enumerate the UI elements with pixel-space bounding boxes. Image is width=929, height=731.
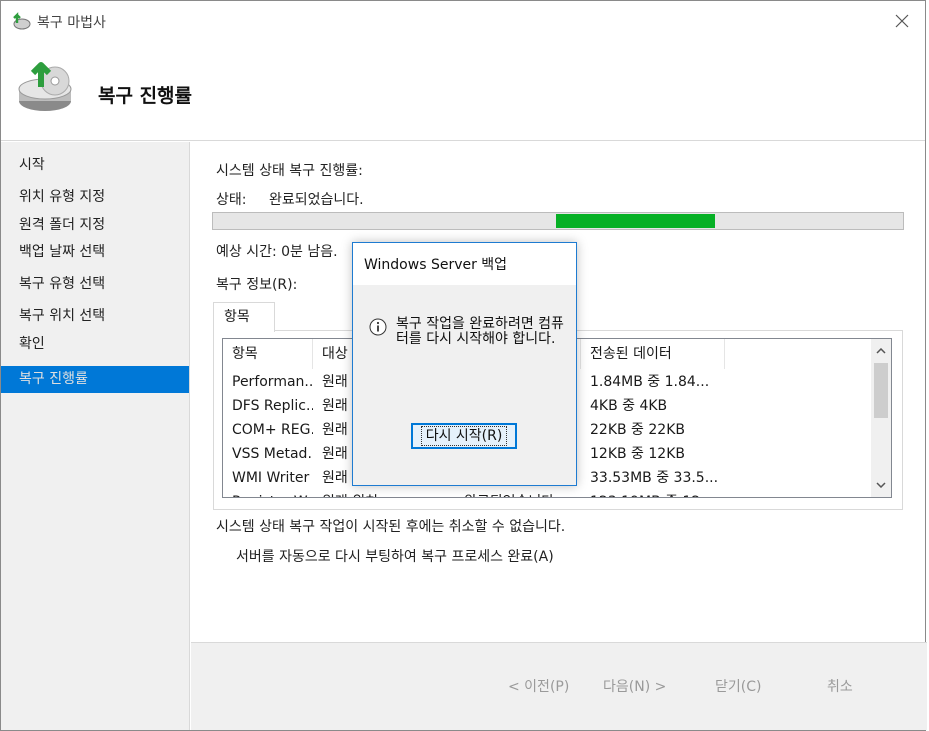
sidebar-item-confirm[interactable]: 확인 xyxy=(1,331,189,358)
previous-button[interactable]: < 이전(P) xyxy=(508,675,569,699)
row-item-name: COM+ REG... xyxy=(232,422,313,438)
cancel-button[interactable]: 취소 xyxy=(827,675,853,699)
status-label: 상태: xyxy=(216,192,247,208)
window-title: 복구 마법사 xyxy=(37,15,106,31)
restart-button[interactable]: 다시 시작(R) xyxy=(411,423,517,449)
row-item-name: WMI Writer xyxy=(232,470,310,486)
details-label: 복구 정보(R): xyxy=(216,277,298,293)
sidebar-item-remote-folder[interactable]: 원격 폴더 지정 xyxy=(1,212,189,239)
sidebar-item-backup-date[interactable]: 백업 날짜 선택 xyxy=(1,239,189,266)
row-data: 123.19MB 중 12... xyxy=(581,490,781,497)
row-target: 원래 위치 xyxy=(313,490,455,497)
row-item-name: Registry W... xyxy=(223,490,313,497)
wizard-header: 복구 진행률 xyxy=(1,41,925,141)
auto-reboot-checkbox-label[interactable]: 서버를 자동으로 다시 부팅하여 복구 프로세스 완료(A) xyxy=(236,546,554,566)
close-wizard-button[interactable]: 닫기(C) xyxy=(715,675,761,699)
dialog-body: 복구 작업을 완료하려면 컴퓨터를 다시 시작해야 합니다. 다시 시작(R) xyxy=(353,285,576,485)
row-data: 4KB 중 4KB xyxy=(590,398,668,414)
restart-dialog: Windows Server 백업 복구 작업을 완료하려면 컴퓨터를 다시 시… xyxy=(352,242,577,486)
column-header-item[interactable]: 항목 xyxy=(223,339,313,369)
row-data: 22KB 중 22KB xyxy=(590,422,685,438)
tab-items[interactable]: 항목 xyxy=(213,302,275,332)
backup-app-icon xyxy=(13,12,31,30)
close-button[interactable] xyxy=(879,1,925,41)
restart-button-label: 다시 시작(R) xyxy=(420,426,508,446)
scroll-up-icon xyxy=(876,348,886,354)
scroll-down-button[interactable] xyxy=(871,475,891,495)
progress-bar-fill xyxy=(555,214,715,228)
row-data: 33.53MB 중 33.5... xyxy=(590,470,719,486)
cancel-note: 시스템 상태 복구 작업이 시작된 후에는 취소할 수 없습니다. xyxy=(216,519,566,535)
scroll-down-icon xyxy=(876,482,886,488)
wizard-steps-sidebar: 시작 위치 유형 지정 원격 폴더 지정 백업 날짜 선택 복구 유형 선택 복… xyxy=(1,142,190,730)
sidebar-item-restore-type[interactable]: 복구 유형 선택 xyxy=(1,271,189,298)
info-icon xyxy=(369,318,387,336)
restore-disk-icon xyxy=(18,62,72,111)
scroll-thumb[interactable] xyxy=(874,363,888,418)
row-item-name: DFS Replic... xyxy=(232,398,313,414)
row-status: 완료되었습니다 xyxy=(455,490,581,497)
sidebar-item-start[interactable]: 시작 xyxy=(1,152,189,179)
dialog-title: Windows Server 백업 xyxy=(364,257,508,273)
page-title: 복구 진행률 xyxy=(98,85,193,107)
close-icon xyxy=(895,14,909,28)
progress-heading: 시스템 상태 복구 진행률: xyxy=(216,163,363,179)
row-data: 1.84MB 중 1.84... xyxy=(590,374,710,390)
eta-text: 예상 시간: 0분 남음. xyxy=(216,244,338,260)
scroll-up-button[interactable] xyxy=(871,341,891,361)
list-scrollbar[interactable] xyxy=(871,339,891,497)
status-value: 완료되었습니다. xyxy=(269,192,364,208)
sidebar-item-progress[interactable]: 복구 진행률 xyxy=(1,366,189,393)
next-button[interactable]: 다음(N) > xyxy=(603,675,666,699)
sidebar-item-location-type[interactable]: 위치 유형 지정 xyxy=(1,184,189,211)
row-item-name: Performan... xyxy=(232,374,313,390)
column-header-data-transferred[interactable]: 전송된 데이터 xyxy=(581,339,725,369)
title-bar: 복구 마법사 xyxy=(1,1,925,41)
table-row[interactable]: Registry W... 원래 위치 완료되었습니다 123.19MB 중 1… xyxy=(223,490,871,497)
dialog-message: 복구 작업을 완료하려면 컴퓨터를 다시 시작해야 합니다. xyxy=(396,316,564,347)
progress-bar xyxy=(212,212,904,230)
row-data: 12KB 중 12KB xyxy=(590,446,685,462)
sidebar-item-restore-location[interactable]: 복구 위치 선택 xyxy=(1,303,189,330)
row-item-name: VSS Metad... xyxy=(232,446,313,462)
wizard-footer: < 이전(P) 다음(N) > 닫기(C) 취소 xyxy=(191,642,927,730)
